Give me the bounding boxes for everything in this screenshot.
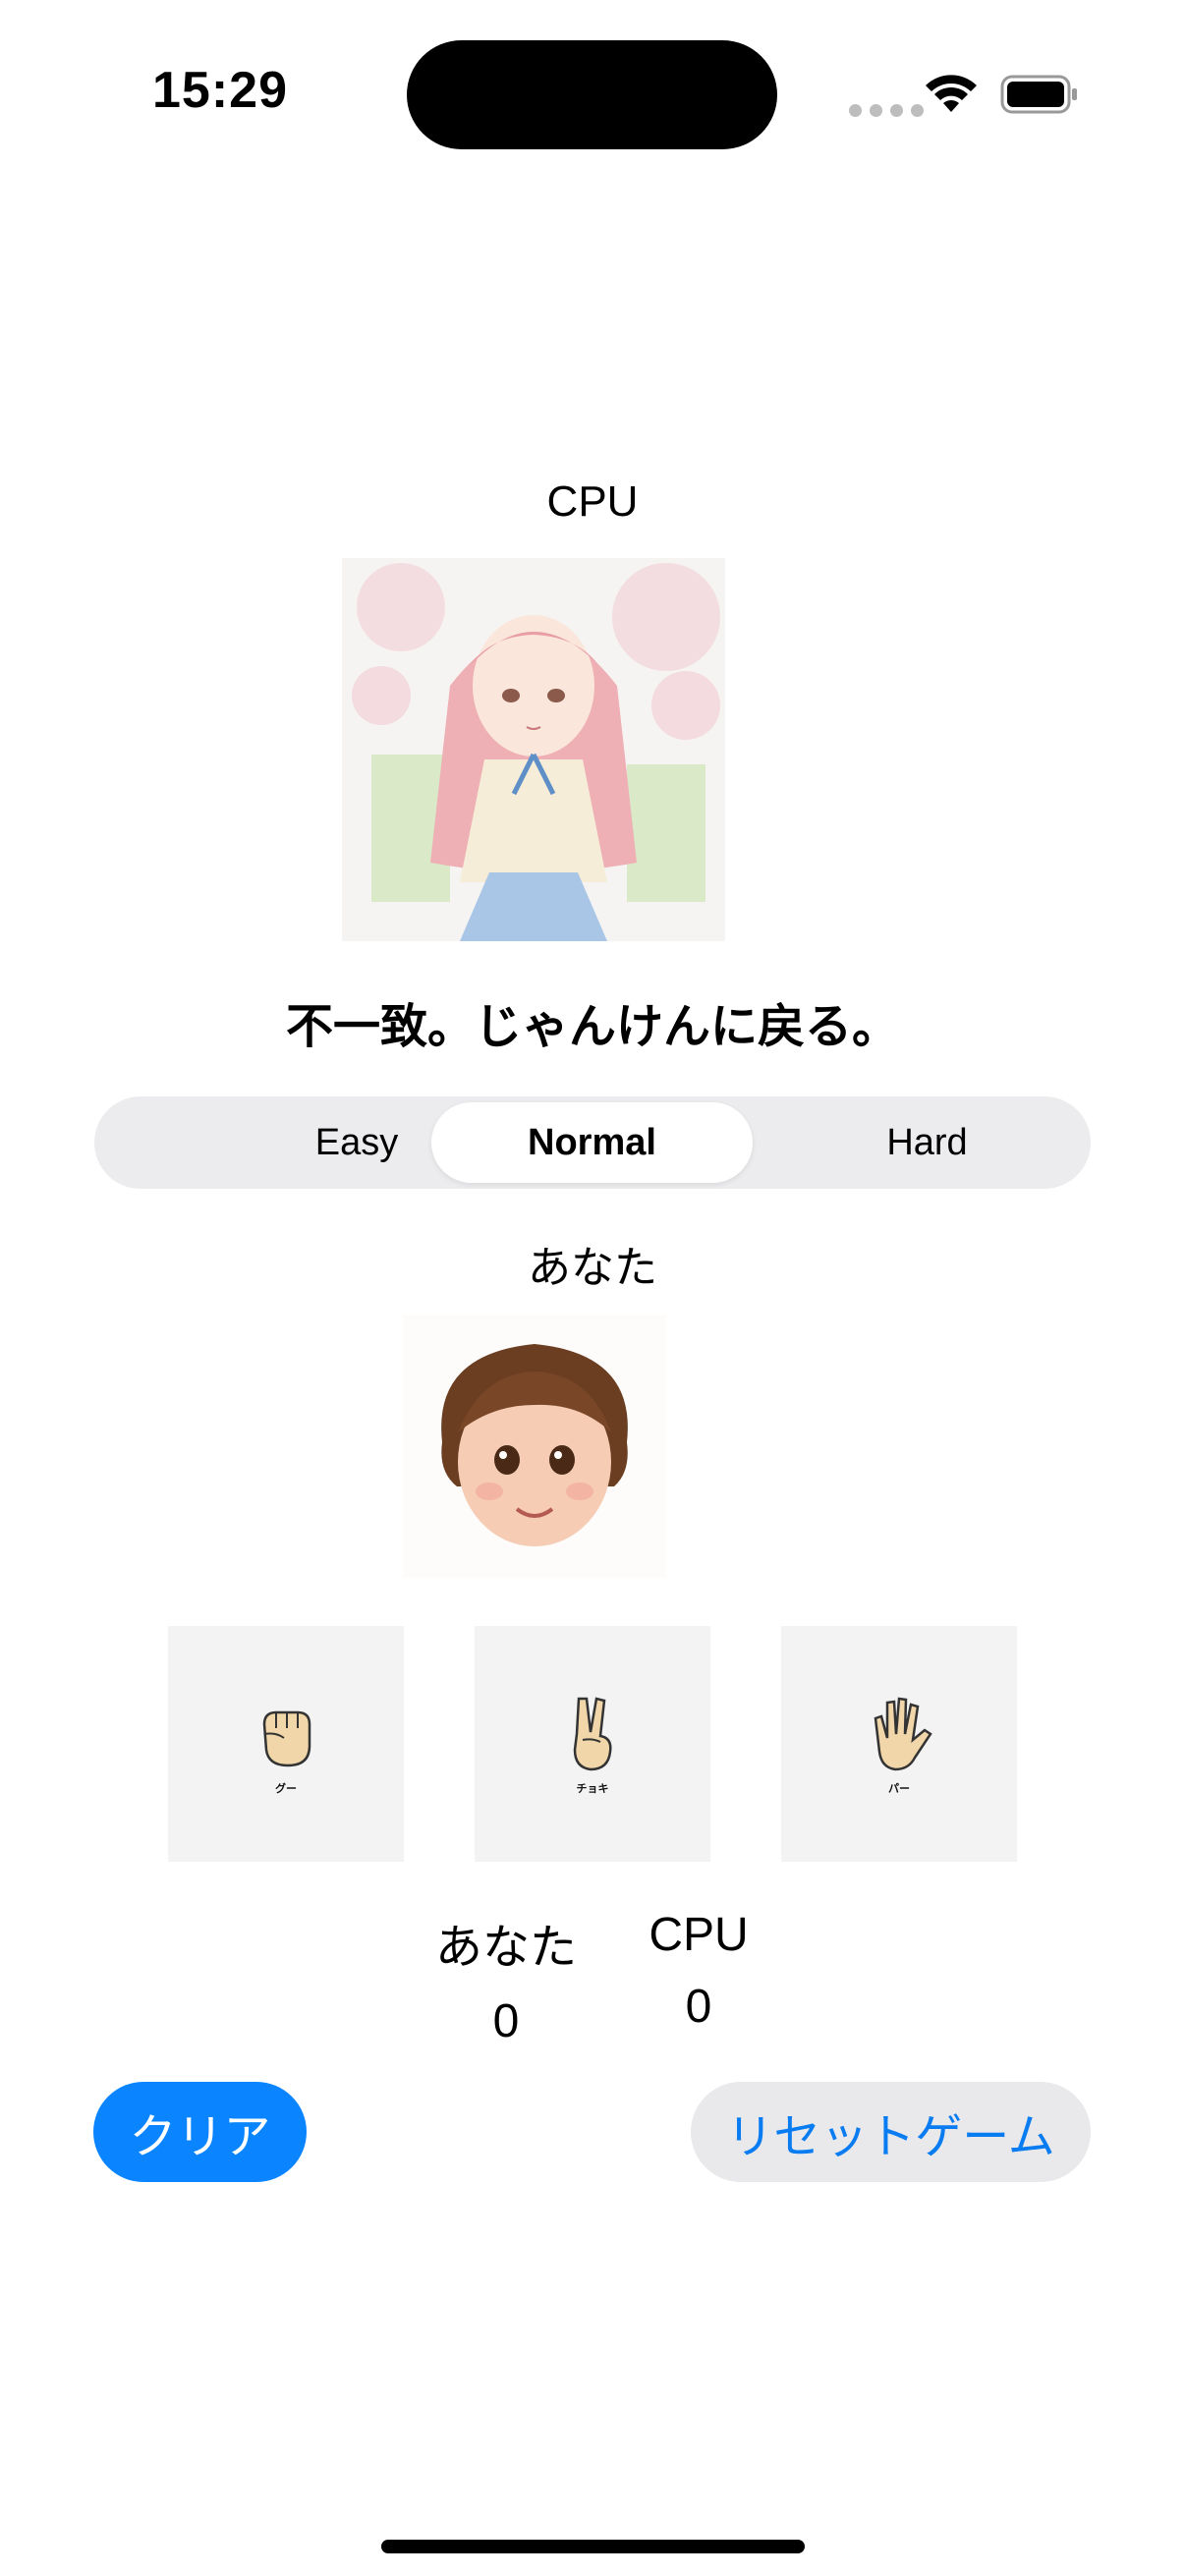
scissors-button[interactable]: チョキ xyxy=(475,1626,710,1862)
clear-button[interactable]: クリア xyxy=(93,2082,307,2182)
player-label: あなた xyxy=(528,1243,657,1293)
paper-hand-icon xyxy=(874,1697,932,1771)
player-avatar xyxy=(403,1315,666,1578)
difficulty-segmented-control: Easy Normal Hard xyxy=(94,1096,1091,1189)
reset-game-button[interactable]: リセットゲーム xyxy=(691,2082,1091,2182)
rock-caption: グー xyxy=(275,1782,297,1795)
scissors-hand-icon xyxy=(573,1697,612,1771)
status-time: 15:29 xyxy=(152,62,288,119)
cpu-score: CPU 0 xyxy=(600,1908,797,2034)
home-indicator[interactable] xyxy=(381,2540,805,2553)
cpu-score-value: 0 xyxy=(685,1981,712,2033)
rock-fist-icon xyxy=(262,1710,311,1767)
difficulty-hard[interactable]: Hard xyxy=(766,1102,1088,1183)
player-score: あなた 0 xyxy=(408,1908,604,2048)
cpu-label: CPU xyxy=(546,477,639,526)
paper-caption: パー xyxy=(888,1782,910,1795)
cellular-signal-icon xyxy=(849,104,924,117)
paper-button[interactable]: パー xyxy=(781,1626,1017,1862)
player-score-value: 0 xyxy=(492,1995,520,2047)
player-score-label: あなた xyxy=(434,1920,577,1975)
result-message: 不一致。じゃんけんに戻る。 xyxy=(285,999,899,1054)
difficulty-normal[interactable]: Normal xyxy=(431,1102,753,1183)
rock-button[interactable]: グー xyxy=(168,1626,404,1862)
battery-icon xyxy=(1000,75,1077,114)
wifi-icon xyxy=(926,75,977,112)
cpu-avatar xyxy=(342,558,725,941)
cpu-score-label: CPU xyxy=(649,1909,749,1961)
dynamic-island xyxy=(407,40,777,149)
scissors-caption: チョキ xyxy=(576,1782,609,1795)
game-screen: 15:29 CPU 不一致。じゃんけんに戻る。 Easy Normal Hard… xyxy=(0,0,1185,2576)
